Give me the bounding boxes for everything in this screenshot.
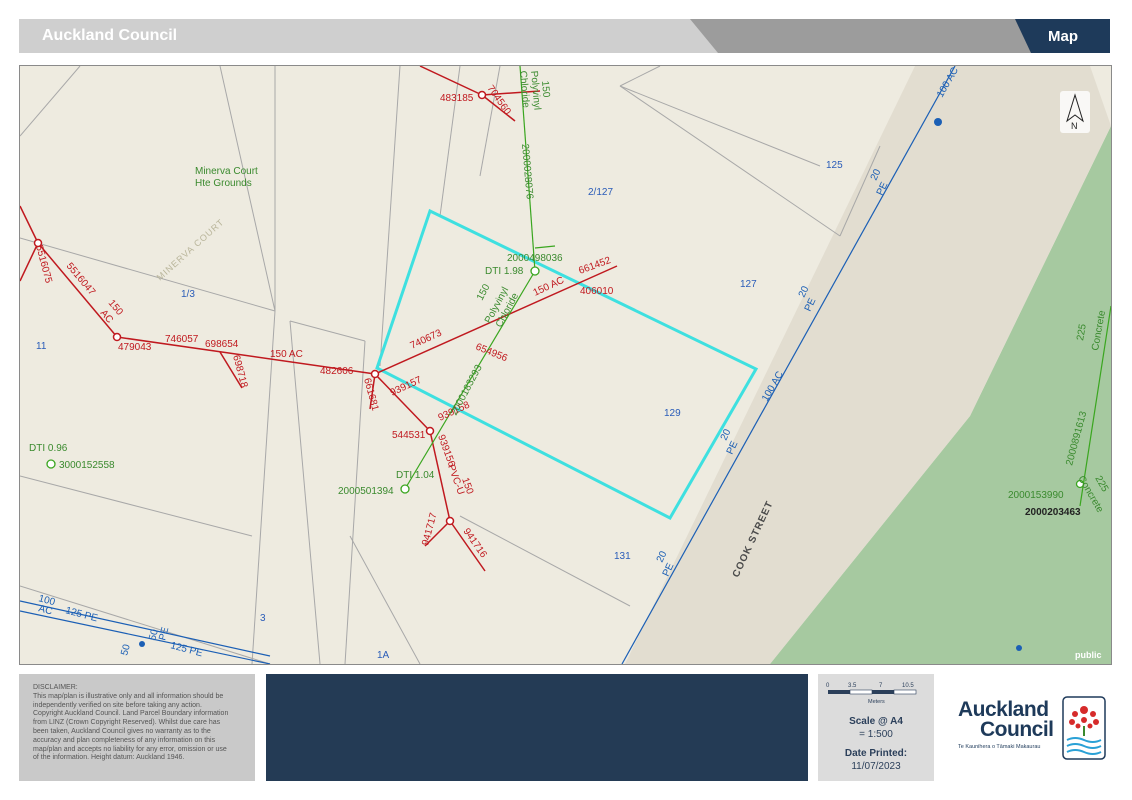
water-label: 2000498036	[507, 253, 563, 264]
water-label: DTI 1.04	[396, 470, 435, 481]
water-label: 2000153990	[1008, 490, 1064, 501]
wastewater-label: 661681	[361, 377, 380, 413]
disclaimer-line: from LINZ (Crown Copyright Reserved). Wh…	[33, 719, 221, 727]
parcel-label: 125	[826, 160, 843, 171]
water-label: 3000152558	[59, 460, 115, 471]
water-label: DTI 1.98	[485, 266, 524, 277]
disclaimer-line: been taken, Auckland Council gives no wa…	[33, 727, 211, 735]
disclaimer-line: Copyright Auckland Council. Land Parcel …	[33, 710, 229, 718]
header-bar-middle	[690, 19, 1050, 53]
parcel-label: 11	[36, 341, 47, 352]
water-label: Chloride	[517, 70, 531, 108]
map-watermark: public	[1075, 650, 1102, 660]
wastewater-label: 698654	[205, 339, 239, 350]
wastewater-label: 483185	[440, 93, 474, 104]
main-label: 125 PE	[169, 640, 204, 659]
scale-tick: 7	[879, 683, 883, 689]
scale-tick: 0	[826, 683, 830, 689]
north-arrow-icon: N	[1060, 91, 1090, 133]
date-printed-value: 11/07/2023	[851, 761, 901, 772]
parcel-label: 131	[614, 551, 631, 562]
wastewater-label: 544531	[392, 430, 426, 441]
scale-bar-icon: 0 3.5 7 10.5 Meters	[826, 683, 917, 705]
water-label: DTI 0.96	[29, 443, 68, 454]
map-label-hte-grounds: Hte Grounds	[195, 178, 252, 189]
parcel-label: 2/127	[588, 187, 613, 198]
wastewater-label: 479043	[118, 342, 152, 353]
water-label: 2000203463	[1025, 507, 1081, 518]
wastewater-label: 746057	[165, 334, 199, 345]
watermain-node-icon	[139, 641, 145, 647]
wastewater-label: 482606	[320, 366, 354, 377]
scale-unit: Meters	[868, 699, 885, 705]
wastewater-label: 654956	[474, 342, 509, 365]
parcel-label: 127	[740, 279, 757, 290]
scale-title: Scale @ A4	[849, 716, 903, 727]
water-label: 2000501394	[338, 486, 394, 497]
main-label: PE	[157, 626, 171, 642]
wastewater-label: 150 AC	[532, 275, 566, 299]
disclaimer-line: DISCLAIMER:	[33, 684, 78, 691]
wastewater-label: 698718	[230, 354, 249, 390]
water-label: 2000028076	[519, 143, 535, 200]
scale-value: = 1:500	[859, 729, 893, 740]
title-panel	[266, 674, 808, 781]
header-title: Auckland Council	[42, 27, 178, 44]
scale-tick: 3.5	[848, 683, 857, 689]
parcel-label: 129	[664, 408, 681, 419]
main-label: 50	[119, 643, 133, 657]
watermain-node-icon	[934, 118, 942, 126]
disclaimer-line: of the information. Height datum: Auckla…	[33, 754, 185, 762]
date-printed-title: Date Printed:	[844, 748, 908, 759]
map-view[interactable]: N Minerva Court Hte Grounds MINERVA COUR…	[19, 65, 1112, 665]
logo-line2: Council	[980, 718, 1054, 741]
disclaimer-line: independently verified on site before ta…	[33, 701, 202, 709]
wastewater-label: 740673	[409, 327, 444, 351]
scale-panel: 0 3.5 7 10.5 Meters Scale @ A4 = 1:500 D…	[818, 674, 934, 781]
wastewater-label: 941717	[420, 511, 439, 547]
parcel-label: 1/3	[181, 289, 195, 300]
disclaimer-line: This map/plan is illustrative only and a…	[33, 692, 224, 700]
scale-tick: 10.5	[902, 683, 914, 689]
map-label-minerva-court: Minerva Court	[195, 166, 258, 177]
disclaimer-line: accuracy and plan completeness of any in…	[33, 736, 216, 744]
parcel-label: 3	[260, 613, 266, 624]
wastewater-label: 406010	[580, 286, 614, 297]
auckland-council-logo: Auckland Council Te Kaunihera o Tāmaki M…	[950, 690, 1110, 770]
parcel-label: 1A	[377, 650, 390, 661]
road-label-minerva-court: MINERVA COURT	[155, 217, 226, 283]
water-label: 150	[475, 282, 493, 302]
wastewater-label: 5516075	[33, 244, 54, 285]
logo-tagline: Te Kaunihera o Tāmaki Makaurau	[958, 744, 1041, 750]
logo-line1: Auckland	[958, 698, 1049, 721]
north-label: N	[1071, 121, 1078, 131]
header-section-label: Map	[1048, 28, 1078, 45]
disclaimer-box: DISCLAIMER: This map/plan is illustrativ…	[19, 674, 255, 781]
wastewater-label: 150 AC	[270, 349, 303, 360]
pohutukawa-emblem-icon	[1062, 696, 1106, 760]
disclaimer-line: map/plan and accepts no liability for an…	[33, 745, 227, 753]
watermain-node-icon	[1016, 645, 1022, 651]
wastewater-label: 661452	[577, 255, 613, 277]
